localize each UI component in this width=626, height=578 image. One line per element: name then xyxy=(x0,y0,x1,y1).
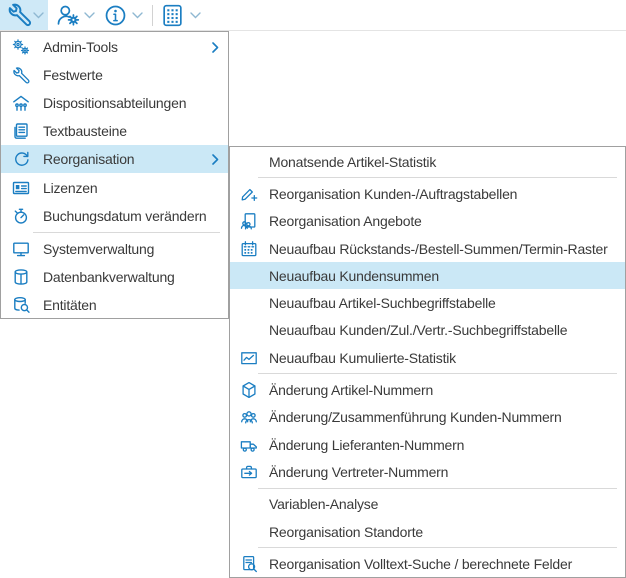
menu-item-label: Admin-Tools xyxy=(43,39,118,55)
icon-spacer xyxy=(239,522,259,542)
submenu-item-neuaufbau-artikel-suchbegriffstabelle[interactable]: Neuaufbau Artikel-Suchbegriffstabelle xyxy=(230,289,625,316)
refresh-icon xyxy=(11,149,31,169)
menu-item-label: Buchungsdatum verändern xyxy=(43,208,207,224)
menu-item-label: Variablen-Analyse xyxy=(269,496,378,512)
icon-spacer xyxy=(239,320,259,340)
info-icon xyxy=(103,3,128,28)
people-group-icon xyxy=(239,407,259,427)
menu-item-dispositionsabteilungen[interactable]: Dispositionsabteilungen xyxy=(1,89,228,117)
toolbar-separator xyxy=(152,5,153,26)
menu-item-festwerte[interactable]: Festwerte xyxy=(1,61,228,89)
menu-item-systemverwaltung[interactable]: Systemverwaltung xyxy=(1,235,228,263)
chevron-down-icon xyxy=(33,12,44,19)
submenu-item-aenderung-artikel-nummern[interactable]: Änderung Artikel-Nummern xyxy=(230,376,625,403)
wrench-dropdown-chevron[interactable] xyxy=(33,12,44,19)
calculator-dropdown-chevron[interactable] xyxy=(190,12,201,19)
cube-icon xyxy=(239,380,259,400)
menu-item-datenbankverwaltung[interactable]: Datenbankverwaltung xyxy=(1,263,228,291)
calculator-button[interactable] xyxy=(160,3,185,28)
submenu-item-reorganisation-standorte[interactable]: Reorganisation Standorte xyxy=(230,518,625,545)
wrench-icon xyxy=(7,2,33,28)
menu-item-lizenzen[interactable]: Lizenzen xyxy=(1,173,228,201)
menu-item-label: Entitäten xyxy=(43,297,96,313)
icon-spacer xyxy=(239,494,259,514)
submenu-item-reorganisation-angebote[interactable]: Reorganisation Angebote xyxy=(230,208,625,235)
submenu-item-neuaufbau-kundensummen[interactable]: Neuaufbau Kundensummen xyxy=(230,262,625,289)
stopwatch-icon xyxy=(11,206,31,226)
menu-item-admin-tools[interactable]: Admin-Tools xyxy=(1,33,228,61)
menu-item-label: Reorganisation Angebote xyxy=(269,213,422,229)
chevron-down-icon xyxy=(190,12,201,19)
wrench-button[interactable] xyxy=(7,2,33,28)
menu-item-label: Neuaufbau Artikel-Suchbegriffstabelle xyxy=(269,295,496,311)
menu-item-label: Textbausteine xyxy=(43,123,127,139)
menu-item-label: Neuaufbau Kundensummen xyxy=(269,268,439,284)
gears-icon xyxy=(11,37,31,57)
menu-item-label: Änderung/Zusammenführung Kunden-Nummern xyxy=(269,409,562,425)
calculator-icon xyxy=(160,3,185,28)
user-settings-dropdown-chevron[interactable] xyxy=(84,12,95,19)
info-button[interactable] xyxy=(103,3,128,28)
document-people-icon xyxy=(239,211,259,231)
submenu-arrow-icon xyxy=(212,154,219,165)
submenu-item-neuaufbau-rueckstands-bestell-summen-termin-raster[interactable]: Neuaufbau Rückstands-/Bestell-Summen/Ter… xyxy=(230,235,625,262)
briefcase-arrow-icon xyxy=(239,462,259,482)
chevron-down-icon xyxy=(132,12,143,19)
menu-item-label: Reorganisation Volltext-Suche / berechne… xyxy=(269,556,572,572)
icon-spacer xyxy=(239,266,259,286)
submenu-item-neuaufbau-kunden-zul-vertr-suchbegriffstabelle[interactable]: Neuaufbau Kunden/Zul./Vertr.-Suchbegriff… xyxy=(230,317,625,344)
user-settings-button[interactable] xyxy=(55,2,81,28)
menu-item-label: Datenbankverwaltung xyxy=(43,269,175,285)
monitor-icon xyxy=(11,239,31,259)
document-search-icon xyxy=(239,554,259,574)
menu-item-label: Reorganisation Standorte xyxy=(269,524,423,540)
menu-item-label: Änderung Artikel-Nummern xyxy=(269,382,433,398)
menu-item-entitaeten[interactable]: Entitäten xyxy=(1,291,228,319)
department-building-icon xyxy=(11,93,31,113)
menu-item-label: Dispositionsabteilungen xyxy=(43,95,186,111)
menu-item-label: Monatsende Artikel-Statistik xyxy=(269,154,436,170)
menu-item-label: Änderung Vertreter-Nummern xyxy=(269,464,448,480)
submenu-item-reorganisation-volltext-suche-berechnete-felder[interactable]: Reorganisation Volltext-Suche / berechne… xyxy=(230,550,625,577)
admin-dropdown-menu: Admin-Tools Festwerte Dispositionsabteil… xyxy=(0,31,229,319)
pencil-plus-icon xyxy=(239,184,259,204)
submenu-item-variablen-analyse[interactable]: Variablen-Analyse xyxy=(230,491,625,518)
database-icon xyxy=(11,267,31,287)
toolbar xyxy=(0,0,626,31)
database-search-icon xyxy=(11,295,31,315)
submenu-item-aenderung-lieferanten-nummern[interactable]: Änderung Lieferanten-Nummern xyxy=(230,431,625,458)
menu-item-label: Neuaufbau Rückstands-/Bestell-Summen/Ter… xyxy=(269,241,608,257)
submenu-item-aenderung-vertreter-nummern[interactable]: Änderung Vertreter-Nummern xyxy=(230,458,625,485)
calendar-icon xyxy=(239,239,259,259)
reorganisation-submenu: Monatsende Artikel-Statistik Reorganisat… xyxy=(229,146,626,578)
truck-icon xyxy=(239,435,259,455)
menu-item-label: Systemverwaltung xyxy=(43,241,154,257)
submenu-item-neuaufbau-kumulierte-statistik[interactable]: Neuaufbau Kumulierte-Statistik xyxy=(230,344,625,371)
menu-item-label: Neuaufbau Kumulierte-Statistik xyxy=(269,350,456,366)
submenu-item-aenderung-zusammenfuehrung-kunden-nummern[interactable]: Änderung/Zusammenführung Kunden-Nummern xyxy=(230,404,625,431)
icon-spacer xyxy=(239,293,259,313)
submenu-item-monatsende-artikel-statistik[interactable]: Monatsende Artikel-Statistik xyxy=(230,148,625,175)
submenu-arrow-icon xyxy=(212,42,219,53)
menu-item-textbausteine[interactable]: Textbausteine xyxy=(1,117,228,145)
line-chart-icon xyxy=(239,348,259,368)
menu-item-label: Reorganisation xyxy=(43,151,134,167)
menu-item-label: Festwerte xyxy=(43,67,103,83)
menu-item-label: Lizenzen xyxy=(43,180,97,196)
menu-item-label: Neuaufbau Kunden/Zul./Vertr.-Suchbegriff… xyxy=(269,322,567,338)
user-gear-icon xyxy=(55,2,81,28)
menu-item-reorganisation[interactable]: Reorganisation xyxy=(1,145,228,173)
menu-item-buchungsdatum-veraendern[interactable]: Buchungsdatum verändern xyxy=(1,202,228,230)
id-card-icon xyxy=(11,178,31,198)
info-dropdown-chevron[interactable] xyxy=(132,12,143,19)
chevron-down-icon xyxy=(84,12,95,19)
icon-spacer xyxy=(239,152,259,172)
menu-item-label: Reorganisation Kunden-/Auftragstabellen xyxy=(269,186,517,202)
submenu-item-reorganisation-kunden-auftragstabellen[interactable]: Reorganisation Kunden-/Auftragstabellen xyxy=(230,180,625,207)
wrench-icon xyxy=(11,65,31,85)
documents-icon xyxy=(11,121,31,141)
menu-item-label: Änderung Lieferanten-Nummern xyxy=(269,437,464,453)
